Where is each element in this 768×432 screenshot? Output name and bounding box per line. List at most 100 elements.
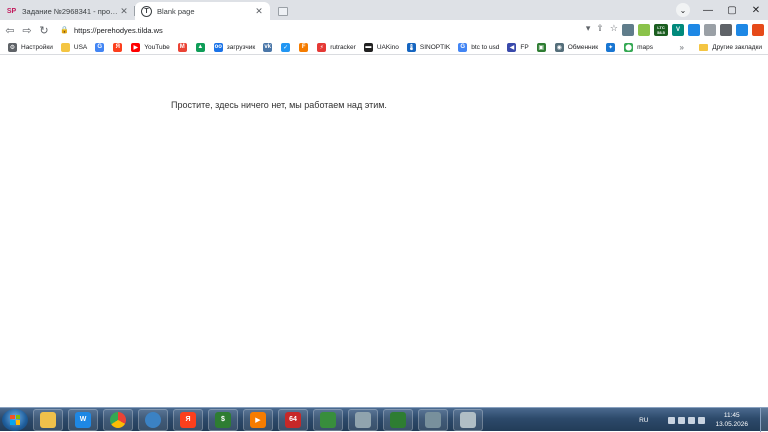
bookmark-item[interactable]: ✦: [606, 42, 619, 52]
bookmark-item[interactable]: ▬ UAKino: [363, 42, 399, 52]
extension-icon[interactable]: [688, 24, 700, 36]
extension-icon[interactable]: [736, 24, 748, 36]
bookmark-favicon-icon: ▣: [536, 42, 546, 52]
dropdown-icon[interactable]: ▾: [586, 23, 591, 34]
bookmark-label: YouTube: [144, 43, 170, 51]
taskbar-app-chrome[interactable]: [103, 408, 133, 431]
bookmark-favicon-icon: 🌡: [406, 42, 416, 52]
bookmark-item[interactable]: ◉ Обменник: [554, 42, 598, 52]
network-icon[interactable]: [668, 416, 676, 424]
maximize-button[interactable]: ▢: [720, 5, 744, 16]
reload-button[interactable]: ↻: [37, 23, 51, 37]
taskbar-app-wps[interactable]: W: [68, 408, 98, 431]
minimize-button[interactable]: —: [696, 5, 720, 16]
extension-icon[interactable]: [622, 24, 634, 36]
omnibox-actions: ▾ ⇪ ☆: [586, 23, 618, 34]
bookmark-item[interactable]: ▣: [536, 42, 550, 52]
bookmark-favicon-icon: [60, 42, 70, 52]
bookmark-star-icon[interactable]: ☆: [610, 23, 618, 34]
bookmark-item[interactable]: ◀ FP: [507, 42, 529, 52]
language-indicator[interactable]: RU: [639, 417, 648, 424]
taskbar-app-aida64[interactable]: 64: [278, 408, 308, 431]
lock-icon[interactable]: 🔒: [60, 26, 70, 34]
taskbar-app-yandex[interactable]: Я: [173, 408, 203, 431]
bookmark-favicon-icon: ⚡: [317, 42, 327, 52]
bookmark-label: btc to usd: [471, 43, 500, 51]
taskbar-app-explorer[interactable]: [33, 408, 63, 431]
window-controls: — ▢ ✕: [696, 0, 768, 20]
bookmark-item[interactable]: ✓: [281, 42, 294, 52]
tab-search-button[interactable]: ⌄: [676, 3, 690, 17]
extension-icon[interactable]: [720, 24, 732, 36]
bookmark-favicon-icon: ✦: [606, 42, 616, 52]
bookmark-item[interactable]: ⚡ rutracker: [317, 42, 356, 52]
aida64-icon: 64: [285, 411, 301, 428]
close-window-button[interactable]: ✕: [744, 5, 768, 16]
settings-icon: [425, 411, 441, 428]
power-icon[interactable]: [698, 416, 706, 424]
tab-strip: SP Задание №2968341 - просмотр в ✕ T Bla…: [0, 0, 768, 20]
volume-icon[interactable]: [688, 416, 696, 424]
extension-icon[interactable]: [752, 24, 764, 36]
bookmark-favicon-icon: G: [458, 42, 468, 52]
terminal-icon: [390, 411, 406, 428]
bookmark-favicon-icon: vk: [263, 42, 273, 52]
taskbar-app-settings[interactable]: [418, 408, 448, 431]
bookmark-label: rutracker: [330, 43, 356, 51]
bookmark-item[interactable]: ⚙ Настройки: [8, 42, 53, 52]
address-bar[interactable]: 🔒 https://perehodyes.tilda.ws: [60, 22, 620, 38]
bookmark-item[interactable]: G: [95, 42, 108, 52]
bookmark-item[interactable]: Gbtc to usd: [458, 42, 500, 52]
show-desktop-button[interactable]: [760, 408, 768, 432]
extension-icon[interactable]: [638, 24, 650, 36]
bookmark-item[interactable]: F: [299, 42, 312, 52]
bookmark-item[interactable]: ▲: [195, 42, 209, 52]
taskbar-app-media-player[interactable]: ▶: [243, 408, 273, 431]
new-tab-button[interactable]: [274, 4, 292, 18]
bookmark-label: SINOPTIK: [419, 43, 451, 51]
window-icon: [460, 411, 476, 428]
back-button[interactable]: ⇦: [3, 23, 17, 37]
tab-blank-page[interactable]: T Blank page ✕: [135, 2, 270, 20]
flag-icon[interactable]: [678, 416, 686, 424]
start-button[interactable]: [2, 408, 28, 431]
url-text[interactable]: https://perehodyes.tilda.ws: [74, 26, 163, 35]
bookmark-item[interactable]: ▶ YouTube: [131, 42, 170, 52]
bookmark-item[interactable]: oo загрузчик: [213, 42, 256, 52]
tilda-icon: T: [141, 5, 152, 17]
extension-icon[interactable]: [704, 24, 716, 36]
taskbar-app-window[interactable]: [453, 408, 483, 431]
money-icon: $: [215, 411, 231, 428]
bookmark-favicon-icon: F: [299, 42, 309, 52]
taskbar-app-game[interactable]: [313, 408, 343, 431]
bookmark-favicon-icon: ▲: [195, 42, 205, 52]
taskbar-app-documents[interactable]: [348, 408, 378, 431]
bookmark-item[interactable]: 🌡 SINOPTIK: [406, 42, 451, 52]
taskbar-app-money[interactable]: $: [208, 408, 238, 431]
tab-title: Blank page: [157, 6, 195, 16]
tab-task[interactable]: SP Задание №2968341 - просмотр в ✕: [0, 2, 135, 20]
bookmark-item[interactable]: USA: [60, 42, 87, 52]
bookmarks-bar: ⚙ Настройки USA G Я ▶ YouTube M ▲ oo загрузчик vk ✓ F…: [0, 40, 768, 55]
browser-globe-icon: [145, 411, 161, 428]
bookmark-item[interactable]: Я: [113, 42, 126, 52]
tab-close-icon[interactable]: ✕: [254, 6, 264, 17]
share-icon[interactable]: ⇪: [596, 23, 604, 34]
clock-date: 13.05.2026: [715, 421, 748, 428]
clock-time: 11:45: [723, 412, 740, 419]
extension-icon[interactable]: V: [672, 24, 684, 36]
forward-button[interactable]: ⇨: [20, 23, 34, 37]
tab-close-icon[interactable]: ✕: [119, 6, 129, 17]
taskbar-app-terminal[interactable]: [383, 408, 413, 431]
bookmark-item[interactable]: vk: [263, 42, 276, 52]
other-bookmarks-folder[interactable]: Другие закладки: [699, 40, 762, 55]
bookmark-item[interactable]: ⬤ maps: [624, 42, 653, 52]
extension-icon[interactable]: LTC 58.5: [654, 24, 668, 36]
bookmarks-overflow-button[interactable]: »: [680, 40, 684, 55]
bookmark-favicon-icon: ◀: [507, 42, 517, 52]
clock[interactable]: 11:45 13.05.2026: [715, 411, 748, 429]
taskbar-app-browser-globe[interactable]: [138, 408, 168, 431]
bookmark-item[interactable]: M: [177, 42, 191, 52]
bookmark-label: загрузчик: [226, 43, 256, 51]
bookmark-favicon-icon: G: [95, 42, 105, 52]
